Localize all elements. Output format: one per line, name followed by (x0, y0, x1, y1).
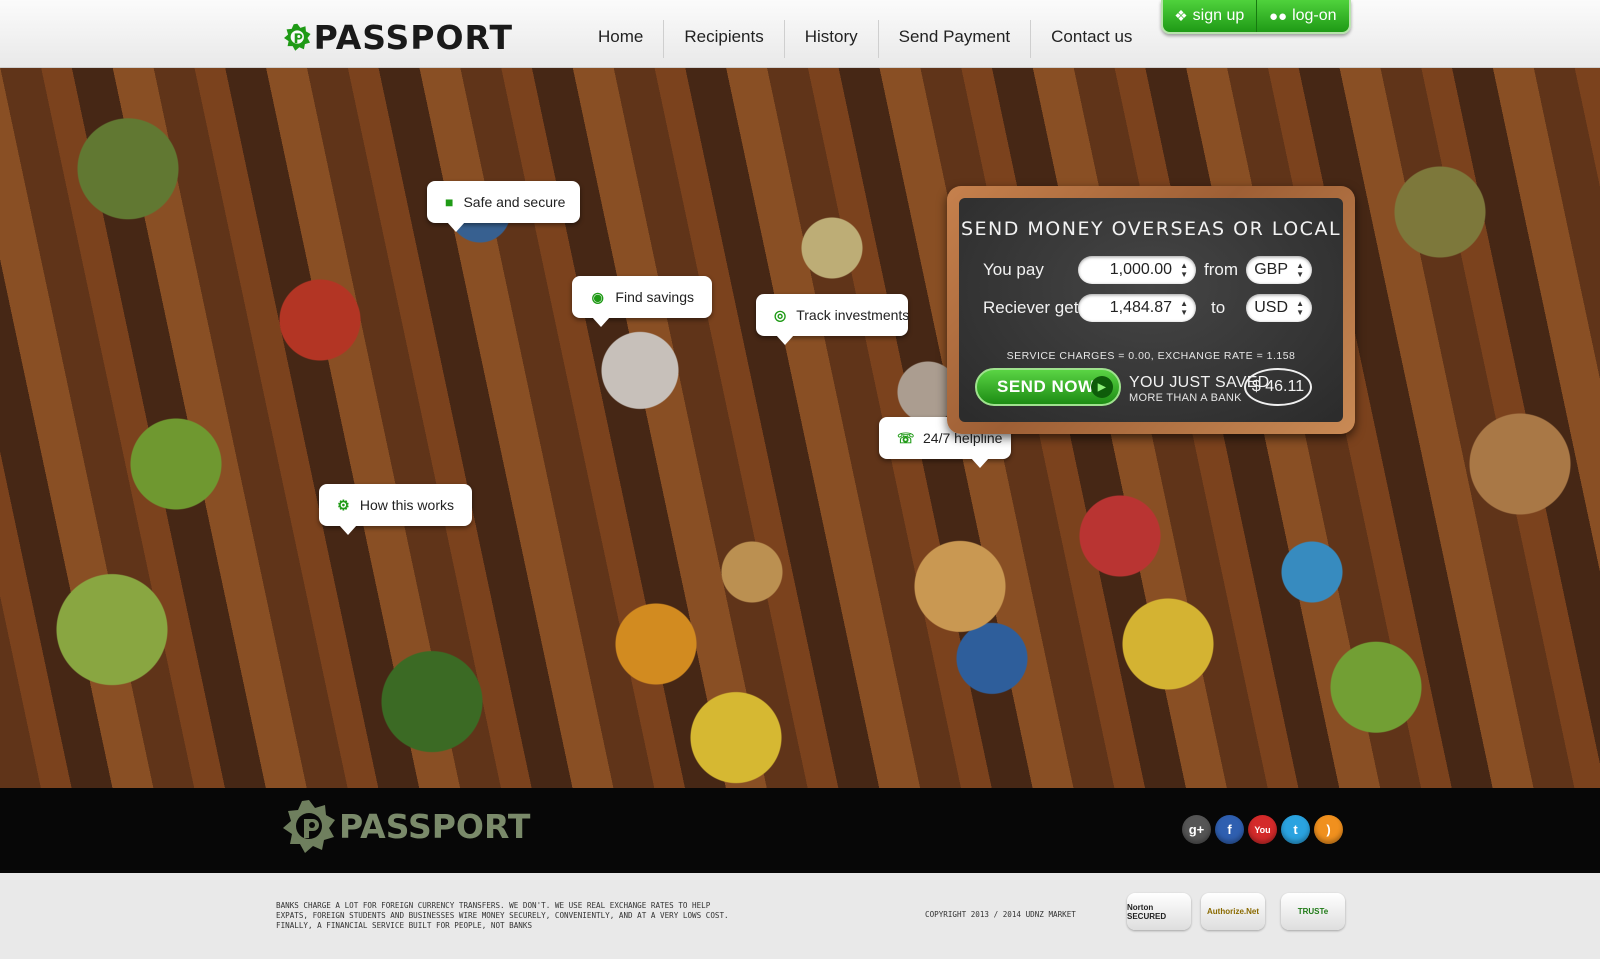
send-now-button[interactable]: SEND NOW ▶ (975, 368, 1121, 406)
piggy-bank-icon: ◉ (591, 288, 604, 305)
footer-info: Banks charge a lot for foreign currency … (0, 873, 1600, 959)
social-links: g+ f You t ) (1182, 815, 1343, 844)
twitter-icon[interactable]: t (1281, 815, 1310, 844)
saved-amount: $ 46.11 (1244, 368, 1312, 406)
signup-person-icon: ❖ (1174, 8, 1188, 25)
main-nav: Home Recipients History Send Payment Con… (578, 20, 1152, 58)
trust-badges: Norton SECURED Authorize.Net TRUSTe (1127, 893, 1345, 930)
rss-icon[interactable]: ) (1314, 815, 1343, 844)
badge-label: Norton SECURED (1127, 902, 1167, 921)
site-header: PASSPORT Home Recipients History Send Pa… (0, 0, 1600, 68)
footer-logo-wordmark: PASSPORT (339, 806, 531, 846)
gear-icon: ⚙ (337, 496, 350, 513)
saved-subline: MORE THAN A BANK (1129, 392, 1242, 404)
you-pay-label: You pay (983, 260, 1044, 279)
log-on-label: log-on (1292, 7, 1337, 24)
to-currency-select[interactable]: USD ▲ ▼ (1246, 294, 1312, 322)
disclaimer-text: Banks charge a lot for foreign currency … (276, 901, 729, 930)
charges-info: SERVICE CHARGES = 0.00, EXCHANGE RATE = … (1006, 350, 1296, 362)
feature-safe-and-secure[interactable]: ■ Safe and secure (427, 181, 580, 232)
from-currency-select[interactable]: GBP ▲ ▼ (1246, 256, 1312, 284)
stepper-arrows-icon[interactable]: ▲ ▼ (1180, 299, 1188, 317)
receiver-amount-input[interactable]: 1,484.87 ▲ ▼ (1078, 294, 1196, 322)
passport-logo-icon (284, 23, 311, 51)
authorize-net-badge-icon[interactable]: Authorize.Net (1201, 893, 1265, 930)
norton-badge-icon[interactable]: Norton SECURED (1127, 893, 1191, 930)
feature-label: Safe and secure (463, 194, 566, 210)
nav-item-history[interactable]: History (785, 20, 879, 58)
feature-track-investments[interactable]: ◎ Track investments (756, 294, 910, 345)
nav-item-recipients[interactable]: Recipients (664, 20, 785, 58)
widget-title: SEND MONEY OVERSEAS OR LOCAL (960, 218, 1342, 240)
badge-label: TRUSTe (1297, 907, 1329, 916)
you-pay-value: 1,000.00 (1109, 261, 1172, 278)
truste-badge-icon[interactable]: TRUSTe (1281, 893, 1345, 930)
send-now-label: SEND NOW (997, 377, 1095, 396)
money-transfer-widget: SEND MONEY OVERSEAS OR LOCAL You pay 1,0… (947, 186, 1355, 434)
passport-logo-icon (283, 800, 335, 853)
feature-label: Track investments (796, 307, 910, 323)
users-icon: ●● (1268, 7, 1288, 25)
lock-icon: ■ (445, 194, 454, 210)
to-currency-value: USD (1254, 299, 1288, 316)
auth-tab: ❖ sign up ●● log-on (1161, 0, 1351, 34)
copyright-text: COPYRIGHT 2013 / 2014 UDNZ MARKET (925, 910, 1076, 919)
nav-item-home[interactable]: Home (578, 20, 665, 58)
feature-label: How this works (359, 497, 454, 513)
from-label: from (1204, 260, 1238, 279)
nav-item-contact-us[interactable]: Contact us (1031, 20, 1152, 58)
hero-overlay (0, 68, 1600, 788)
chalkboard: SEND MONEY OVERSEAS OR LOCAL You pay 1,0… (959, 198, 1343, 422)
target-icon: ◎ (774, 306, 787, 323)
hero-banner-image: ■ Safe and secure ◉ Find savings ◎ Track… (0, 68, 1600, 788)
facebook-icon[interactable]: f (1215, 815, 1244, 844)
log-on-button[interactable]: ●● log-on (1255, 0, 1350, 32)
feature-how-this-works[interactable]: ⚙ How this works (319, 484, 472, 535)
feature-label: Find savings (615, 289, 694, 305)
logo[interactable]: PASSPORT (283, 8, 513, 66)
google-plus-icon[interactable]: g+ (1182, 815, 1211, 844)
receiver-value: 1,484.87 (1109, 299, 1172, 316)
from-currency-value: GBP (1254, 261, 1288, 278)
youtube-icon[interactable]: You (1248, 815, 1277, 844)
play-arrow-icon: ▶ (1091, 376, 1113, 398)
footer-bar: PASSPORT g+ f You t ) (0, 788, 1600, 873)
to-label: to (1211, 298, 1226, 317)
phone-icon: ☏ (897, 429, 915, 446)
receiver-gets-label: Reciever gets (983, 298, 1087, 317)
stepper-arrows-icon: ▲ ▼ (1296, 261, 1304, 279)
you-pay-amount-input[interactable]: 1,000.00 ▲ ▼ (1078, 256, 1196, 284)
stepper-arrows-icon[interactable]: ▲ ▼ (1180, 261, 1188, 279)
sign-up-label: sign up (1192, 7, 1245, 24)
nav-item-send-payment[interactable]: Send Payment (879, 20, 1032, 58)
badge-label: Authorize.Net (1207, 907, 1259, 916)
stepper-arrows-icon: ▲ ▼ (1296, 299, 1304, 317)
feature-find-savings[interactable]: ◉ Find savings (572, 276, 712, 327)
logo-wordmark: PASSPORT (313, 17, 513, 57)
footer-logo[interactable]: PASSPORT (281, 798, 530, 854)
sign-up-button[interactable]: ❖ sign up (1163, 0, 1256, 32)
